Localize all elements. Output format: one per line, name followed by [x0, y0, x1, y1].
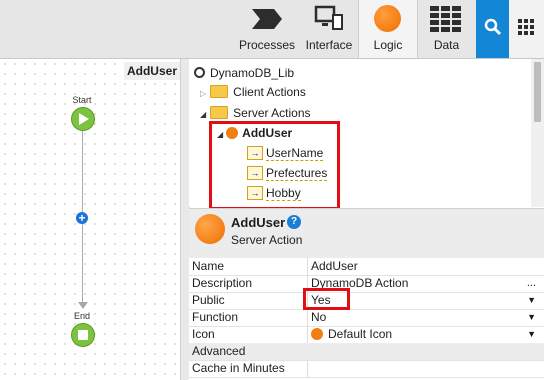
ellipsis-button[interactable]: ...	[527, 275, 536, 292]
dropdown-arrow-icon[interactable]: ▼	[527, 326, 536, 343]
module-icon	[194, 67, 205, 79]
property-name: Function	[192, 310, 239, 324]
tab-processes-label: Processes	[238, 38, 296, 52]
property-row-function[interactable]: Function No ▼	[189, 309, 544, 327]
plus-icon: +	[78, 211, 86, 225]
folder-icon	[210, 85, 229, 99]
end-node[interactable]	[71, 323, 95, 347]
canvas-title: AddUser	[124, 62, 180, 80]
interface-monitor-icon	[314, 5, 343, 30]
tree-root-label: DynamoDB_Lib	[210, 66, 295, 80]
stop-icon	[78, 330, 88, 340]
property-row-cache[interactable]: Cache in Minutes	[189, 360, 544, 378]
tree-server-actions[interactable]: ◢ Server Actions	[200, 104, 311, 122]
property-value-text: Default Icon	[328, 327, 393, 341]
folder-open-icon	[210, 106, 229, 120]
properties-subtitle: Server Action	[231, 233, 303, 247]
property-name: Icon	[192, 327, 215, 341]
property-name: Description	[192, 276, 253, 290]
property-row-description[interactable]: Description DynamoDB Action ...	[189, 275, 544, 293]
play-icon	[79, 113, 89, 125]
default-icon-icon	[311, 327, 323, 340]
property-name: Public	[192, 293, 225, 307]
add-node-button[interactable]: +	[76, 212, 88, 224]
tree-client-actions[interactable]: ▷ Client Actions	[200, 83, 306, 101]
collapse-arrow-icon[interactable]: ◢	[200, 110, 206, 119]
start-node[interactable]	[71, 107, 95, 131]
dropdown-arrow-icon[interactable]: ▼	[527, 292, 536, 309]
start-node-label: Start	[72, 95, 92, 105]
grid-icon	[518, 19, 534, 35]
section-advanced[interactable]: Advanced	[189, 343, 544, 361]
expand-arrow-icon[interactable]: ▷	[200, 89, 206, 98]
processes-chevron-icon	[252, 9, 282, 29]
tab-data[interactable]: Data	[417, 0, 476, 58]
end-node-label: End	[73, 311, 90, 321]
property-row-icon[interactable]: Icon Default Icon ▼	[189, 326, 544, 344]
property-name: Cache in Minutes	[192, 361, 285, 375]
tree-root[interactable]: DynamoDB_Lib	[194, 64, 294, 82]
server-action-large-icon	[195, 214, 225, 244]
tab-logic[interactable]: Logic	[358, 0, 418, 58]
tab-data-label: Data	[433, 38, 460, 52]
apps-grid-button[interactable]	[509, 0, 544, 58]
search-button[interactable]	[476, 0, 509, 58]
tab-interface[interactable]: Interface	[300, 0, 358, 58]
grid-column-divider	[307, 360, 308, 377]
properties-title: AddUser	[231, 215, 286, 230]
highlight-box-public	[303, 288, 350, 310]
property-row-name[interactable]: Name AddUser	[189, 258, 544, 276]
data-table-icon	[430, 6, 461, 32]
arrow-down-icon	[78, 302, 88, 309]
property-value[interactable]: Default Icon	[311, 326, 392, 343]
property-value[interactable]: AddUser	[311, 258, 358, 275]
property-value[interactable]: No	[311, 309, 326, 326]
tree-client-actions-label: Client Actions	[233, 85, 306, 99]
property-row-public[interactable]: Public Yes ▼	[189, 292, 544, 310]
tab-interface-label: Interface	[305, 38, 353, 52]
tree-server-actions-label: Server Actions	[233, 106, 311, 120]
section-label: Advanced	[192, 344, 246, 358]
highlight-box-tree	[209, 121, 340, 210]
logic-orange-circle-icon	[374, 5, 401, 32]
property-name: Name	[192, 259, 225, 273]
tab-processes[interactable]: Processes	[234, 0, 300, 58]
help-icon[interactable]: ?	[287, 215, 301, 229]
tree-scrollbar-thumb[interactable]	[534, 62, 541, 122]
tab-logic-label: Logic	[373, 38, 403, 52]
dropdown-arrow-icon[interactable]: ▼	[527, 309, 536, 326]
search-icon	[484, 18, 502, 36]
